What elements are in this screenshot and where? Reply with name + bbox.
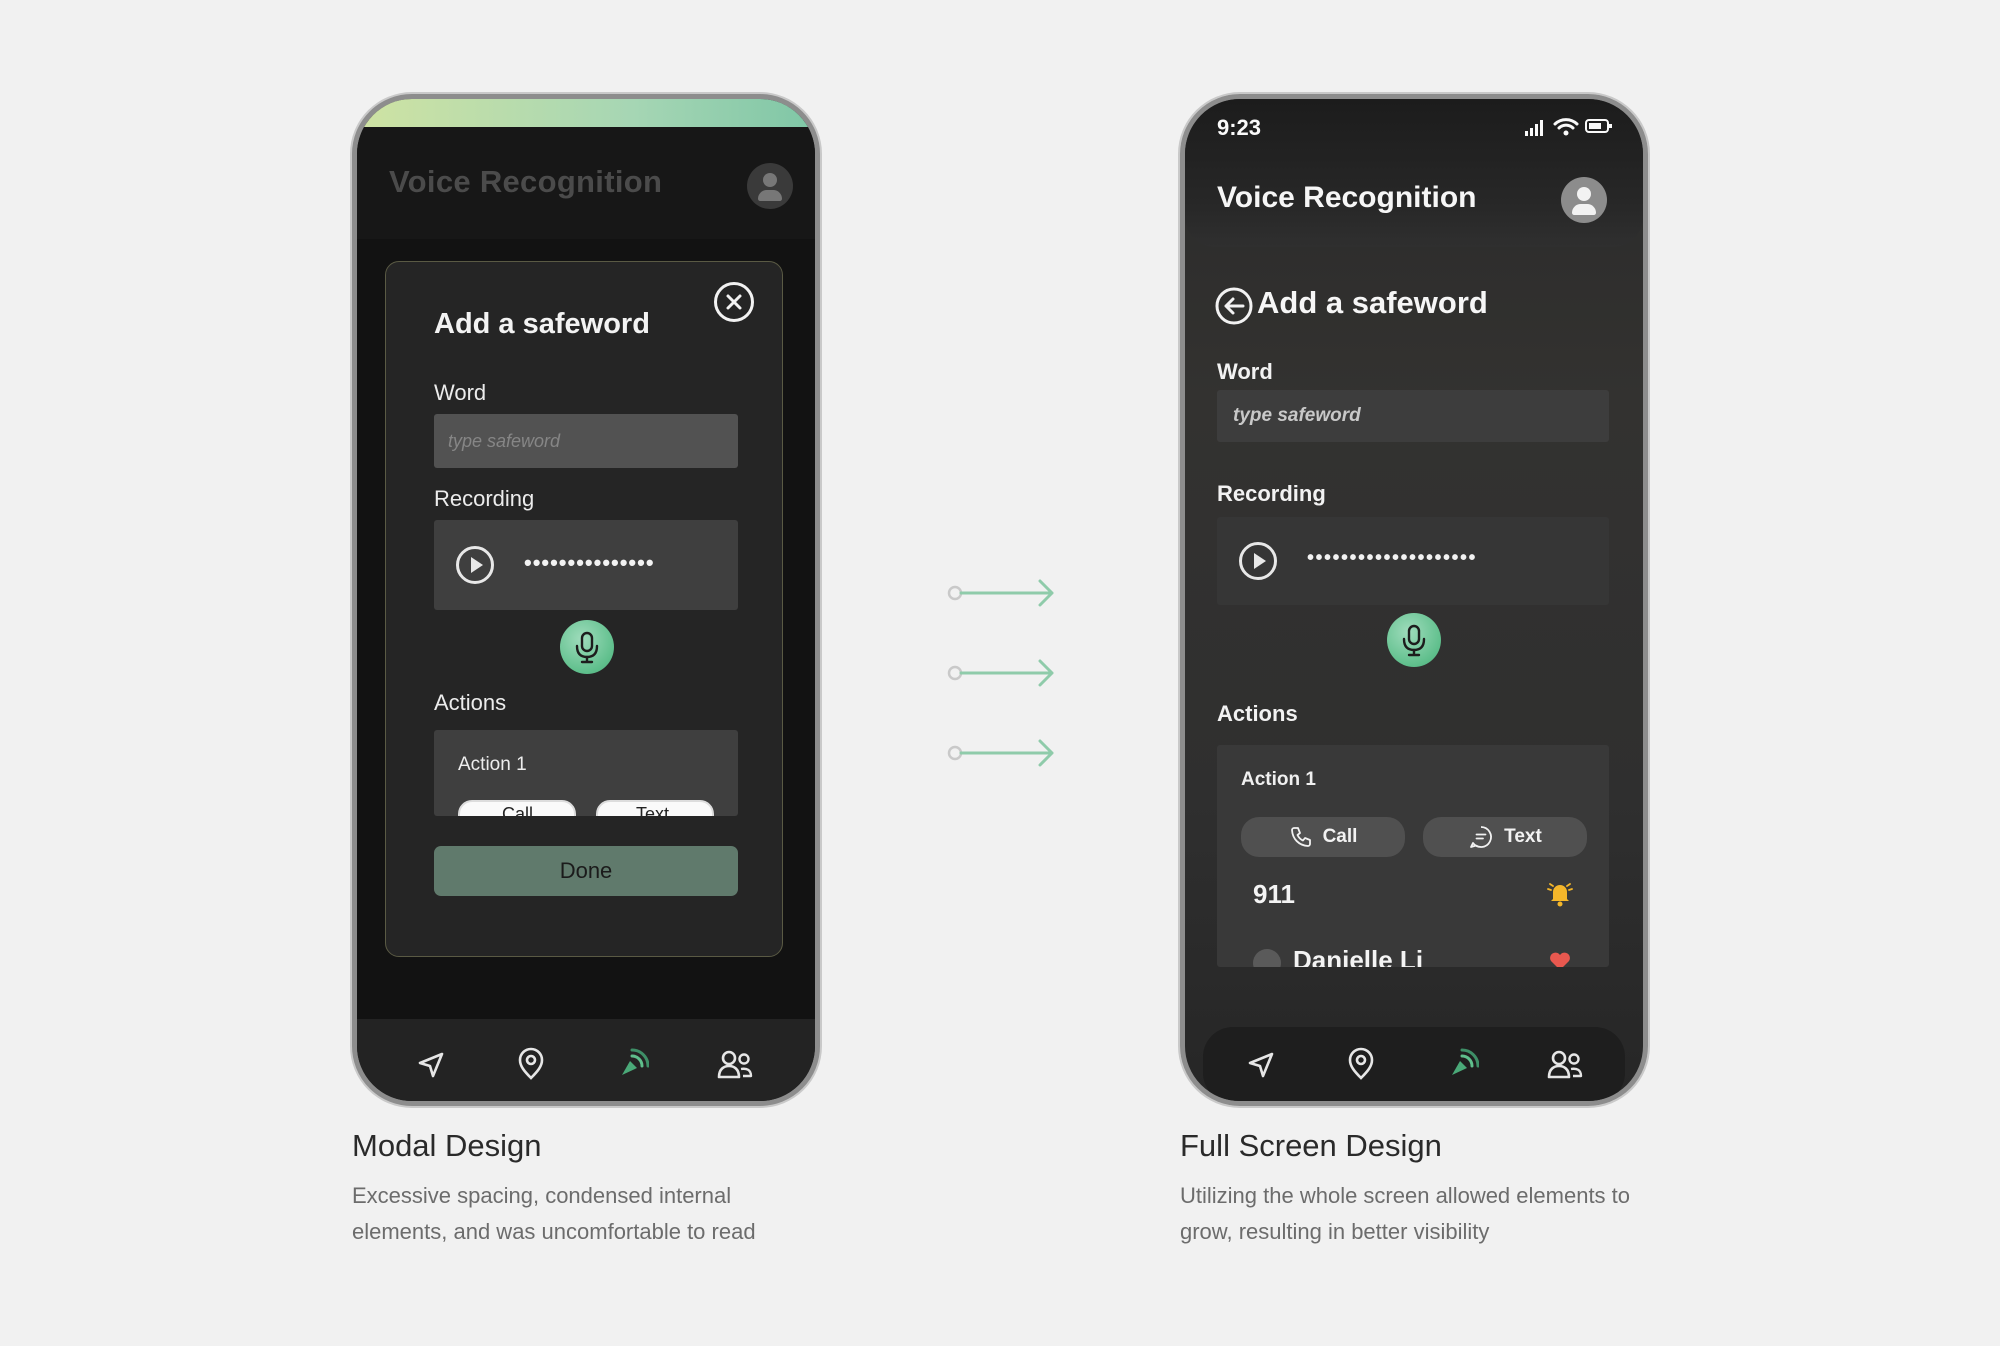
full-screen-design-caption-title: Full Screen Design bbox=[1180, 1128, 1442, 1163]
recording-waveform: ••••••••••••••• bbox=[524, 550, 655, 575]
avatar-icon[interactable] bbox=[1561, 177, 1607, 223]
text-label: Text bbox=[1504, 826, 1542, 847]
text-chip[interactable]: Text bbox=[596, 800, 714, 816]
full-screen-design-caption-text: Utilizing the whole screen allowed eleme… bbox=[1180, 1183, 1631, 1244]
recording-playback: ••••••••••••••• bbox=[434, 520, 738, 610]
microphone-icon bbox=[1402, 624, 1426, 657]
contact-avatar bbox=[1253, 949, 1281, 967]
modal-design-caption-text: Excessive spacing, condensed internal el… bbox=[352, 1183, 756, 1244]
avatar-icon[interactable] bbox=[747, 163, 793, 209]
close-icon[interactable] bbox=[714, 282, 754, 322]
dialog-title: Add a safeword bbox=[434, 308, 650, 340]
contacts-icon[interactable] bbox=[717, 1049, 753, 1081]
location-pin-icon[interactable] bbox=[1345, 1047, 1377, 1081]
microphone-button[interactable] bbox=[560, 620, 614, 674]
voice-recognition-icon[interactable] bbox=[1445, 1047, 1479, 1081]
actions-label: Actions bbox=[1217, 701, 1298, 726]
contacts-icon[interactable] bbox=[1547, 1049, 1583, 1081]
action-title: Action 1 bbox=[458, 754, 527, 775]
phone-icon bbox=[1290, 827, 1311, 847]
back-arrow-icon[interactable] bbox=[1215, 287, 1253, 325]
contact-number: 911 bbox=[1253, 879, 1295, 909]
safeword-modal: Add a safeword Word Recording ••••••••••… bbox=[385, 261, 783, 957]
actions-list: Action 1 Call Text 911 Danielle Li bbox=[1217, 745, 1609, 967]
heart-icon[interactable] bbox=[1549, 951, 1571, 967]
safeword-input[interactable] bbox=[434, 414, 738, 468]
action-title: Action 1 bbox=[1241, 769, 1316, 790]
message-icon bbox=[1470, 826, 1493, 848]
actions-label: Actions bbox=[434, 690, 507, 715]
word-label: Word bbox=[1217, 359, 1273, 384]
play-icon[interactable] bbox=[1239, 542, 1277, 580]
full-screen-design-phone: 9:23 Voice Recognition Add a safeword Wo… bbox=[1180, 94, 1648, 1106]
text-button[interactable]: Text bbox=[1423, 817, 1587, 857]
recording-label: Recording bbox=[1217, 481, 1326, 506]
recording-label: Recording bbox=[434, 486, 535, 511]
modal-design-phone: Voice Recognition Add a safeword Word Re… bbox=[352, 94, 820, 1106]
safeword-input[interactable] bbox=[1217, 390, 1609, 442]
navigate-icon[interactable] bbox=[415, 1049, 447, 1081]
voice-recognition-icon[interactable] bbox=[615, 1047, 649, 1081]
app-title: Voice Recognition bbox=[1217, 181, 1477, 214]
call-label: Call bbox=[1322, 826, 1358, 847]
recording-playback: •••••••••••••••••••• bbox=[1217, 517, 1609, 605]
recording-waveform: •••••••••••••••••••• bbox=[1307, 547, 1478, 569]
word-label: Word bbox=[434, 380, 487, 405]
page-title: Add a safeword bbox=[1257, 285, 1488, 320]
microphone-button[interactable] bbox=[1387, 613, 1441, 667]
status-bar-gradient bbox=[357, 99, 815, 127]
battery-icon bbox=[1585, 119, 1612, 133]
signal-icon bbox=[1525, 120, 1543, 136]
modal-design-caption-title: Modal Design bbox=[352, 1128, 542, 1163]
status-time: 9:23 bbox=[1217, 115, 1262, 140]
actions-list: Action 1 Call Text bbox=[434, 730, 738, 816]
navigate-icon[interactable] bbox=[1245, 1049, 1277, 1081]
microphone-icon bbox=[575, 631, 599, 664]
transition-arrows bbox=[947, 579, 1054, 767]
done-button[interactable]: Done bbox=[434, 846, 738, 896]
location-pin-icon[interactable] bbox=[515, 1047, 547, 1081]
app-title: Voice Recognition bbox=[389, 164, 663, 199]
contact-name: Danielle Li bbox=[1293, 945, 1424, 967]
call-chip[interactable]: Call bbox=[458, 800, 576, 816]
play-icon[interactable] bbox=[456, 546, 494, 584]
call-button[interactable]: Call bbox=[1241, 817, 1405, 857]
bell-icon[interactable] bbox=[1545, 879, 1575, 909]
wifi-icon bbox=[1553, 118, 1579, 136]
